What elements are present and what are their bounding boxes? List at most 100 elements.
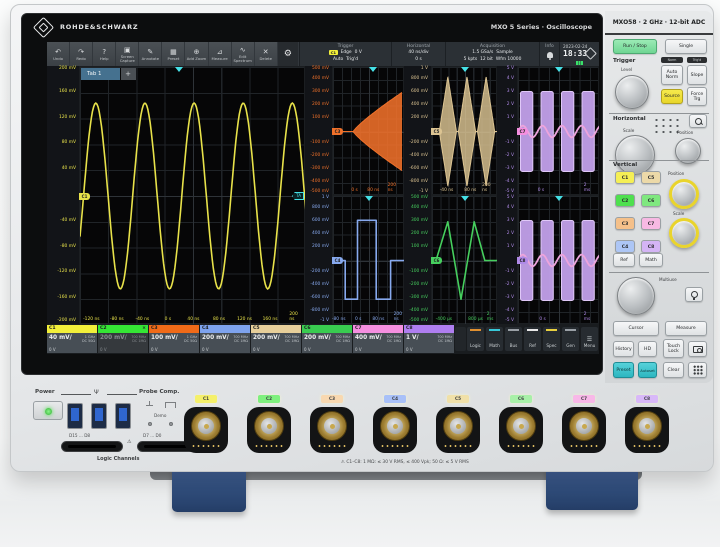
screen-capture-button[interactable]: ▣Screen Capture <box>116 42 139 66</box>
keypad-button[interactable] <box>688 362 707 378</box>
plot-area-c7[interactable]: 0 s2 msC7 <box>517 66 599 195</box>
channel-offset-marker-c1[interactable]: C1 <box>79 193 90 200</box>
history-button[interactable]: History <box>613 341 634 357</box>
add-tab-button[interactable]: + <box>121 68 136 80</box>
vertical-channel-button-c1[interactable]: C1 <box>615 171 635 184</box>
slope-button[interactable]: Slope <box>687 65 707 85</box>
vertical-channel-button-c4[interactable]: C4 <box>615 240 635 253</box>
trigger-position-marker[interactable] <box>461 196 469 201</box>
y-axis-label: 3 V <box>507 218 514 223</box>
math-button[interactable]: Math <box>486 327 503 351</box>
auto-norm-button[interactable]: Auto Norm <box>661 65 683 85</box>
waveform-grid-c3[interactable]: 500 mV400 mV300 mV200 mV100 mV-100 mV-20… <box>305 66 404 195</box>
vertical-channel-button-c5[interactable]: C5 <box>641 171 661 184</box>
ref-button[interactable]: Ref <box>613 253 635 267</box>
vertical-channel-button-c2[interactable]: C2 <box>615 194 635 207</box>
horizontal-scale-knob[interactable] <box>615 135 655 175</box>
status-horizontal[interactable]: Horizontal 40 ns/div 0 s <box>391 42 445 66</box>
vertical-position-knob[interactable] <box>669 179 699 209</box>
touch-lock-button[interactable]: Touch Lock <box>663 339 684 358</box>
waveform-grid-c1[interactable]: 200 mV160 mV120 mV80 mV40 mV-40 mV-80 mV… <box>47 66 305 324</box>
edit-spectrum-button[interactable]: ∿Edit Spectrum <box>232 42 255 66</box>
channel-offset-marker-c4[interactable]: C4 <box>332 257 343 264</box>
single-button[interactable]: Single <box>665 39 707 54</box>
channel-offset-marker-c7[interactable]: C7 <box>517 128 528 135</box>
channel-box-c2[interactable]: C2×200 mV/700 MHz DC 1MΩ0 V <box>98 325 148 353</box>
tab-1[interactable]: Tab 1 <box>81 68 120 80</box>
trigger-position-marker[interactable] <box>555 196 563 201</box>
channel-box-c6[interactable]: C6200 mV/700 MHz DC 1MΩ0 V <box>302 325 352 353</box>
trigger-position-marker[interactable] <box>369 67 377 72</box>
gen-button[interactable]: Gen <box>562 327 579 351</box>
channel-offset-marker-c5[interactable]: C5 <box>431 128 442 135</box>
preset-button[interactable]: ▦Preset <box>162 42 185 66</box>
logic-button[interactable]: Logic <box>467 327 484 351</box>
plot-area-c4[interactable]: -80 ns0 s80 ns200 nsC4 <box>332 195 404 324</box>
force-trigger-button[interactable]: Force Trg <box>687 87 707 106</box>
channel-box-c5[interactable]: C5200 mV/700 MHz DC 1MΩ0 V <box>251 325 301 353</box>
trigger-position-marker[interactable] <box>175 67 183 72</box>
measure-button[interactable]: ⊿Measure <box>209 42 232 66</box>
annotate-button[interactable]: ✎Annotate <box>139 42 162 66</box>
clear-button[interactable]: Clear <box>663 362 684 378</box>
multiuse-knob[interactable] <box>617 277 655 315</box>
status-info[interactable]: Info <box>539 42 559 66</box>
vertical-channel-button-c6[interactable]: C6 <box>641 194 661 207</box>
vertical-channel-button-c8[interactable]: C8 <box>641 240 661 253</box>
redo-button[interactable]: ↷Redo <box>70 42 93 66</box>
bus-button[interactable]: Bus <box>505 327 522 351</box>
math-button[interactable]: Math <box>639 253 663 267</box>
status-acquisition[interactable]: Acquisition 1.5 GSa/s Sample 5 kpts 12 b… <box>445 42 539 66</box>
menu-button[interactable]: ☰Menu <box>581 327 598 351</box>
power-button[interactable] <box>33 401 63 420</box>
channel-box-c1[interactable]: C140 mV/1 GHz DC 50Ω0 V <box>47 325 97 353</box>
vertical-scale-knob[interactable] <box>669 218 699 248</box>
run-stop-button[interactable]: Run / Stop <box>613 39 657 54</box>
trigger-position-marker[interactable] <box>461 67 469 72</box>
vertical-channel-button-c3[interactable]: C3 <box>615 217 635 230</box>
trigger-position-marker[interactable] <box>365 196 373 201</box>
waveform-grid-c6[interactable]: 500 mV400 mV300 mV200 mV100 mV-100 mV-20… <box>404 195 497 324</box>
autoset-button[interactable]: Autoset <box>638 362 657 378</box>
bnc-label-c1: C1 <box>195 395 217 403</box>
ref-button[interactable]: Ref <box>524 327 541 351</box>
zoom-button[interactable] <box>689 114 707 128</box>
settings-button[interactable]: ⚙ <box>278 42 299 66</box>
plot-area-c6[interactable]: -400 µs800 µs2 msC6 <box>431 195 497 324</box>
vertical-channel-button-c7[interactable]: C7 <box>641 217 661 230</box>
trigger-position-marker[interactable] <box>555 67 563 72</box>
status-clock[interactable]: 2023-02-24 18:33 <box>559 42 599 66</box>
preset-button[interactable]: Preset <box>613 362 634 378</box>
channel-box-c8[interactable]: C81 V/700 MHz DC 1MΩ0 V <box>404 325 454 353</box>
help-button[interactable]: ?Help <box>93 42 116 66</box>
waveform-grid-c4[interactable]: 1 V800 mV600 mV400 mV200 mV-200 mV-400 m… <box>305 195 404 324</box>
waveform-grid-c8[interactable]: 5 V4 V3 V2 V1 V-1 V-2 V-3 V-4 V-5 V0 s2 … <box>497 195 599 324</box>
plot-area-c8[interactable]: 0 s2 msC8 <box>517 195 599 324</box>
measure-button[interactable]: Measure <box>665 321 707 336</box>
channel-offset-marker-c6[interactable]: C6 <box>431 257 442 264</box>
channel-offset-marker-c3[interactable]: C3 <box>332 128 343 135</box>
add-zoom-button[interactable]: ⊕Add Zoom <box>185 42 208 66</box>
plot-area-c1[interactable]: -120 ns-80 ns-40 ns0 s40 ns80 ns120 ns16… <box>79 66 305 324</box>
delete-button[interactable]: ✕Delete <box>255 42 278 66</box>
channel-box-c4[interactable]: C4200 mV/700 MHz DC 1MΩ0 V <box>200 325 250 353</box>
waveform-grid-c5[interactable]: 1 V800 mV600 mV400 mV200 mV-200 mV-400 m… <box>404 66 497 195</box>
cursor-button[interactable]: Cursor <box>613 321 659 336</box>
trigger-level-knob[interactable] <box>615 75 649 109</box>
spec-button[interactable]: Spec <box>543 327 560 351</box>
hd-button[interactable]: HD <box>638 341 657 357</box>
front-panel-controls: MXO58 · 2 GHz · 12-bit ADC Run / Stop Si… <box>605 11 713 383</box>
intensity-button[interactable] <box>685 287 703 302</box>
plot-area-c3[interactable]: 0 s80 ns200 nsC3 <box>332 66 404 195</box>
channel-box-c3[interactable]: C3100 mV/1 GHz DC 50Ω0 V <box>149 325 199 353</box>
waveform-grid-c7[interactable]: 5 V4 V3 V2 V1 V-1 V-2 V-3 V-4 V-5 V0 s2 … <box>497 66 599 195</box>
channel-bar-spacer-button[interactable] <box>455 327 466 351</box>
undo-button[interactable]: ↶Undo <box>47 42 70 66</box>
status-trigger[interactable]: Trigger C1 Edge 0 V Auto Trig'd <box>299 42 391 66</box>
source-button[interactable]: Source <box>661 89 683 104</box>
touchscreen[interactable]: ↶Undo↷Redo?Help▣Screen Capture✎Annotate▦… <box>47 42 599 354</box>
screenshot-button[interactable] <box>688 341 707 357</box>
channel-box-c7[interactable]: C7400 mV/700 MHz DC 1MΩ0 V <box>353 325 403 353</box>
channel-offset-marker-c8[interactable]: C8 <box>517 257 528 264</box>
plot-area-c5[interactable]: -40 ns80 ns200 nsC5 <box>431 66 497 195</box>
